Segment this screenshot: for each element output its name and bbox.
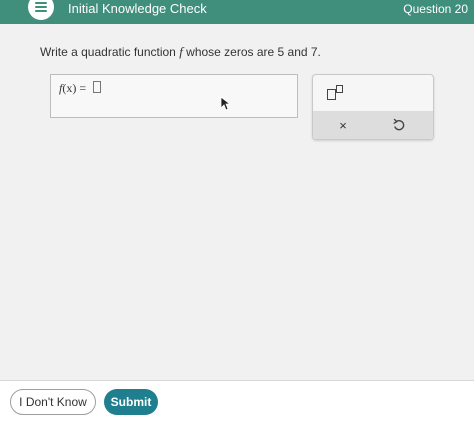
footer-bar: I Don't Know Submit xyxy=(0,380,474,427)
mouse-cursor-icon xyxy=(220,96,232,111)
header-title: Initial Knowledge Check xyxy=(68,1,207,16)
question-number: Question 20 xyxy=(403,2,468,16)
dont-know-button[interactable]: I Don't Know xyxy=(10,389,96,415)
palette-actions: × xyxy=(313,111,433,139)
question-area: Write a quadratic function f whose zeros… xyxy=(0,24,474,380)
question-prompt: Write a quadratic function f whose zeros… xyxy=(40,44,321,59)
superscript-icon[interactable] xyxy=(325,83,349,103)
undo-icon[interactable] xyxy=(389,115,409,135)
answer-placeholder-box[interactable] xyxy=(93,81,102,93)
hamburger-menu-icon[interactable] xyxy=(28,0,54,20)
top-header: Initial Knowledge Check Question 20 xyxy=(0,0,474,24)
answer-input-box[interactable]: f(x) = xyxy=(50,74,298,118)
submit-button[interactable]: Submit xyxy=(104,389,158,415)
answer-expression: f(x) = xyxy=(59,81,102,96)
math-palette: × xyxy=(312,74,434,140)
clear-icon[interactable]: × xyxy=(333,115,353,135)
